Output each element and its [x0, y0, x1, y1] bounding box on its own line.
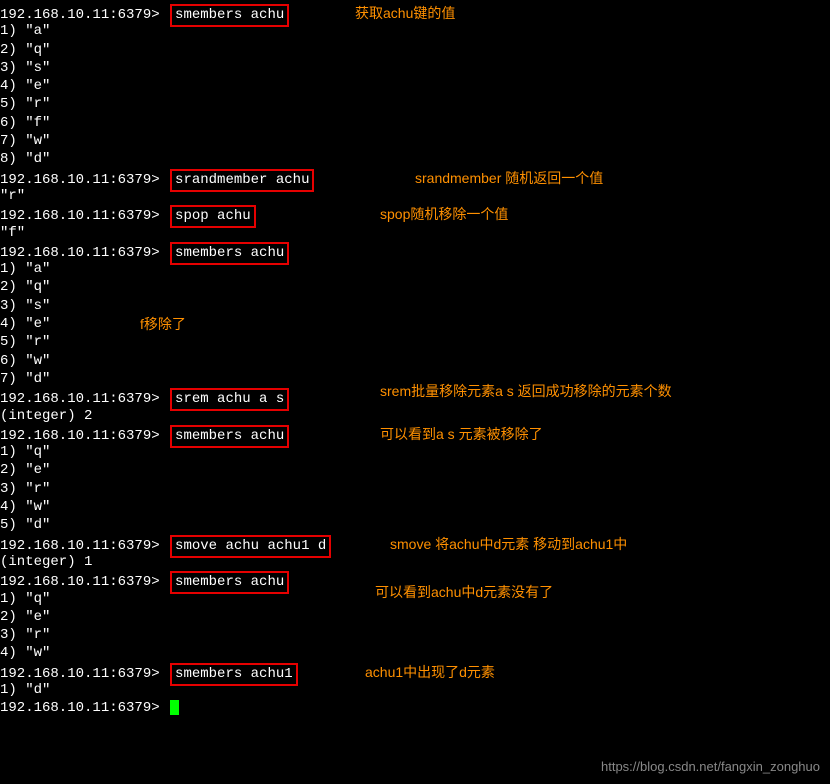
prompt: 192.168.10.11:6379>	[0, 700, 160, 716]
result-line: "r"	[0, 187, 830, 205]
cmd-line-8: 192.168.10.11:6379> smembers achu可以看到ach…	[0, 571, 830, 589]
prompt: 192.168.10.11:6379>	[0, 245, 160, 261]
result-line: (integer) 2	[0, 407, 830, 425]
prompt: 192.168.10.11:6379>	[0, 172, 160, 188]
result-line: 2) "e"	[0, 461, 830, 479]
result-line: 4) "w"	[0, 644, 830, 662]
result-line: 2) "q"	[0, 278, 830, 296]
prompt: 192.168.10.11:6379>	[0, 208, 160, 224]
result-line: 1) "d"	[0, 681, 830, 699]
result-line: 2) "q"	[0, 41, 830, 59]
result-line: 5) "r"	[0, 333, 830, 351]
cmd-line-9: 192.168.10.11:6379> smembers achu1achu1中…	[0, 663, 830, 681]
prompt: 192.168.10.11:6379>	[0, 391, 160, 407]
watermark: https://blog.csdn.net/fangxin_zonghuo	[601, 758, 820, 776]
cmd-line-2: 192.168.10.11:6379> srandmember achusran…	[0, 169, 830, 187]
result-line: 6) "w"	[0, 352, 830, 370]
result-line: 4) "e"	[0, 77, 830, 95]
annotation-1: 获取achu键的值	[355, 4, 455, 23]
prompt: 192.168.10.11:6379>	[0, 428, 160, 444]
result-text: 4) "e"	[0, 316, 50, 332]
cmd-line-3: 192.168.10.11:6379> spop achuspop随机移除一个值	[0, 205, 830, 223]
cmd-line-6: 192.168.10.11:6379> smembers achu可以看到a s…	[0, 425, 830, 443]
prompt: 192.168.10.11:6379>	[0, 574, 160, 590]
prompt: 192.168.10.11:6379>	[0, 538, 160, 554]
annotation-3: spop随机移除一个值	[380, 205, 508, 224]
cmd-line-1: 192.168.10.11:6379> smembers achu获取achu键…	[0, 4, 830, 22]
result-line: 2) "e"	[0, 608, 830, 626]
result-line: 3) "r"	[0, 480, 830, 498]
result-line: 5) "r"	[0, 95, 830, 113]
result-line: 1) "a"	[0, 22, 830, 40]
result-line: 6) "f"	[0, 114, 830, 132]
terminal-output: 192.168.10.11:6379> smembers achu 获取achu键…	[0, 0, 830, 718]
result-line: 8) "d"	[0, 150, 830, 168]
annotation-5: srem批量移除元素a s 返回成功移除的元素个数	[380, 382, 672, 401]
result-line: (integer) 1	[0, 553, 830, 571]
result-line: 1) "q"	[0, 590, 830, 608]
result-line: 1) "a"	[0, 260, 830, 278]
annotation-9: achu1中出现了d元素	[365, 663, 495, 682]
cmd-line-empty[interactable]: 192.168.10.11:6379>	[0, 699, 830, 717]
result-line: 1) "q"	[0, 443, 830, 461]
result-line: 3) "s"	[0, 297, 830, 315]
annotation-6: 可以看到a s 元素被移除了	[380, 425, 543, 444]
annotation-4: f移除了	[140, 315, 186, 334]
annotation-7: smove 将achu中d元素 移动到achu1中	[390, 535, 627, 554]
cmd-line-5: 192.168.10.11:6379> srem achu a ssrem批量移…	[0, 388, 830, 406]
prompt: 192.168.10.11:6379>	[0, 666, 160, 682]
cmd-line-4: 192.168.10.11:6379> smembers achu	[0, 242, 830, 260]
result-line: "f"	[0, 224, 830, 242]
result-line: 4) "e" f移除了	[0, 315, 830, 333]
result-line: 4) "w"	[0, 498, 830, 516]
result-line: 3) "s"	[0, 59, 830, 77]
annotation-2: srandmember 随机返回一个值	[415, 169, 603, 188]
result-line: 5) "d"	[0, 516, 830, 534]
prompt: 192.168.10.11:6379>	[0, 7, 160, 23]
cmd-line-7: 192.168.10.11:6379> smove achu achu1 dsm…	[0, 535, 830, 553]
result-line: 3) "r"	[0, 626, 830, 644]
result-line: 7) "w"	[0, 132, 830, 150]
cursor-icon	[170, 700, 179, 715]
